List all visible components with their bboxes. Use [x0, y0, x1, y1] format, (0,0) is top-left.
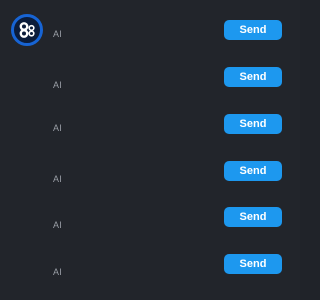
sender-label: AI — [53, 174, 62, 184]
send-button[interactable]: Send — [224, 67, 282, 87]
chat-panel: AI Send AI Send AI Send AI Send AI Send … — [0, 0, 300, 300]
send-button[interactable]: Send — [224, 161, 282, 181]
send-button[interactable]: Send — [224, 207, 282, 227]
sender-label: AI — [53, 80, 62, 90]
send-button[interactable]: Send — [224, 254, 282, 274]
sender-label: AI — [53, 267, 62, 277]
message-row: AI Send — [0, 254, 300, 294]
send-button[interactable]: Send — [224, 114, 282, 134]
sender-label: AI — [53, 29, 62, 39]
message-row: AI Send — [0, 207, 300, 247]
sender-label: AI — [53, 220, 62, 230]
message-row: AI Send — [0, 20, 300, 60]
message-row: AI Send — [0, 161, 300, 201]
message-row: AI Send — [0, 67, 300, 107]
send-button[interactable]: Send — [224, 20, 282, 40]
sender-label: AI — [53, 123, 62, 133]
message-row: AI Send — [0, 114, 300, 154]
